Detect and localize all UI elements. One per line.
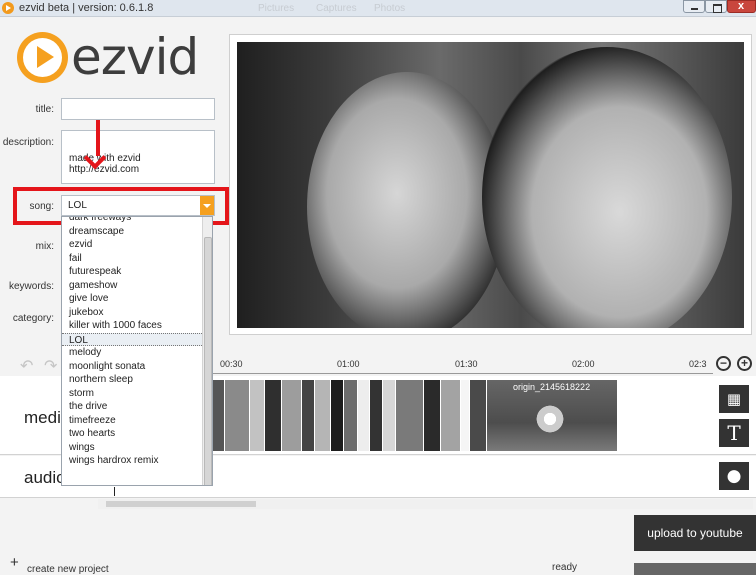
ruler-tick-label: 00:30	[220, 359, 243, 369]
ezvid-logo-icon	[17, 32, 68, 83]
category-label: category:	[12, 313, 54, 324]
zoom-out-icon[interactable]: −	[716, 356, 731, 371]
media-clip[interactable]: origin_2145618222	[487, 380, 617, 451]
song-dropdown-list[interactable]: dark freeways dreamscape ezvid fail futu…	[61, 216, 213, 486]
minimize-button[interactable]	[683, 0, 705, 13]
song-option[interactable]: melody	[62, 346, 202, 360]
film-frame	[396, 380, 424, 451]
upload-to-youtube-button[interactable]: upload to youtube	[634, 515, 756, 551]
film-icon[interactable]: ▦	[719, 385, 749, 413]
song-option[interactable]: northern sleep	[62, 373, 202, 387]
audio-track-label: audio	[24, 468, 66, 487]
dropdown-scrollbar[interactable]	[202, 217, 212, 485]
timeline-ruler[interactable]: 00:30 01:00 01:30 02:00 02:3	[213, 352, 713, 374]
ghost-menu-item: Pictures	[258, 3, 295, 14]
film-frame	[213, 380, 225, 451]
status-text: ready	[552, 562, 578, 573]
film-frame	[315, 380, 331, 451]
film-frame	[265, 380, 282, 451]
film-frame	[331, 380, 344, 451]
film-frame	[302, 380, 315, 451]
ruler-tick-label: 01:00	[337, 359, 360, 369]
song-option-selected[interactable]: LOL	[62, 332, 202, 346]
song-option[interactable]: futurespeak	[62, 265, 202, 279]
window-title: ezvid beta | version: 0.6.1.8	[19, 2, 154, 14]
film-frame	[282, 380, 302, 451]
song-option[interactable]: dreamscape	[62, 225, 202, 239]
film-frame	[225, 380, 250, 451]
text-icon[interactable]: T	[719, 419, 749, 447]
song-option[interactable]: jukebox	[62, 306, 202, 320]
preview-face-left	[307, 72, 507, 328]
song-option[interactable]: gameshow	[62, 279, 202, 293]
ghost-menu-item: Captures	[316, 3, 357, 14]
song-option[interactable]: dark freeways	[62, 217, 202, 225]
song-option[interactable]: wings	[62, 441, 202, 455]
close-button[interactable]	[727, 0, 756, 13]
song-option[interactable]: ezvid	[62, 238, 202, 252]
song-option[interactable]: the drive	[62, 400, 202, 414]
redo-icon[interactable]: ↷	[44, 356, 57, 376]
film-frame	[470, 380, 487, 451]
keywords-label: keywords:	[8, 281, 54, 292]
preview-image	[237, 42, 744, 328]
title-label: title:	[35, 104, 54, 115]
microphone-icon[interactable]: ●	[719, 462, 749, 490]
description-label: description:	[2, 137, 54, 148]
film-frame	[250, 380, 265, 451]
song-option[interactable]: moonlight sonata	[62, 360, 202, 374]
mix-label: mix:	[35, 241, 54, 252]
media-filmstrip[interactable]	[213, 380, 487, 451]
preview-face-right	[482, 47, 732, 328]
undo-icon[interactable]: ↶	[20, 356, 33, 376]
plus-icon[interactable]: +	[10, 554, 19, 571]
timeline-scrollbar-thumb[interactable]	[106, 501, 256, 507]
zoom-in-icon[interactable]: +	[737, 356, 752, 371]
song-option[interactable]: storm	[62, 387, 202, 401]
film-frame	[383, 380, 396, 451]
clip-thumbnail	[533, 402, 567, 436]
film-frame	[370, 380, 383, 451]
clip-label: origin_2145618222	[513, 382, 591, 392]
film-frame	[441, 380, 461, 451]
title-input[interactable]	[61, 98, 215, 120]
text-cursor	[114, 487, 115, 496]
film-frame	[344, 380, 358, 451]
ruler-tick-label: 02:3	[689, 359, 707, 369]
timeline-scrollbar[interactable]	[98, 499, 753, 509]
song-option[interactable]: wings hardrox remix	[62, 454, 202, 468]
title-bar: ezvid beta | version: 0.6.1.8 Pictures C…	[0, 0, 756, 17]
ezvid-logo-text: ezvid	[71, 28, 199, 86]
film-frame	[358, 380, 370, 451]
ghost-menu-item: Photos	[374, 3, 406, 14]
create-new-project-link[interactable]: create new project	[27, 564, 109, 575]
song-option[interactable]: two hearts	[62, 427, 202, 441]
secondary-action-button[interactable]	[634, 563, 756, 575]
annotation-arrow-icon	[96, 120, 100, 156]
film-frame	[424, 380, 441, 451]
song-option[interactable]: timefreeze	[62, 414, 202, 428]
film-frame	[461, 380, 470, 451]
dropdown-scrollbar-thumb[interactable]	[204, 237, 212, 485]
video-preview[interactable]	[229, 34, 752, 335]
song-option[interactable]: killer with 1000 faces	[62, 319, 202, 333]
song-option[interactable]: fail	[62, 252, 202, 266]
ruler-tick-label: 02:00	[572, 359, 595, 369]
maximize-button[interactable]	[705, 0, 727, 13]
ezvid-app-icon	[2, 2, 14, 14]
ruler-tick-label: 01:30	[455, 359, 478, 369]
song-option[interactable]: give love	[62, 292, 202, 306]
